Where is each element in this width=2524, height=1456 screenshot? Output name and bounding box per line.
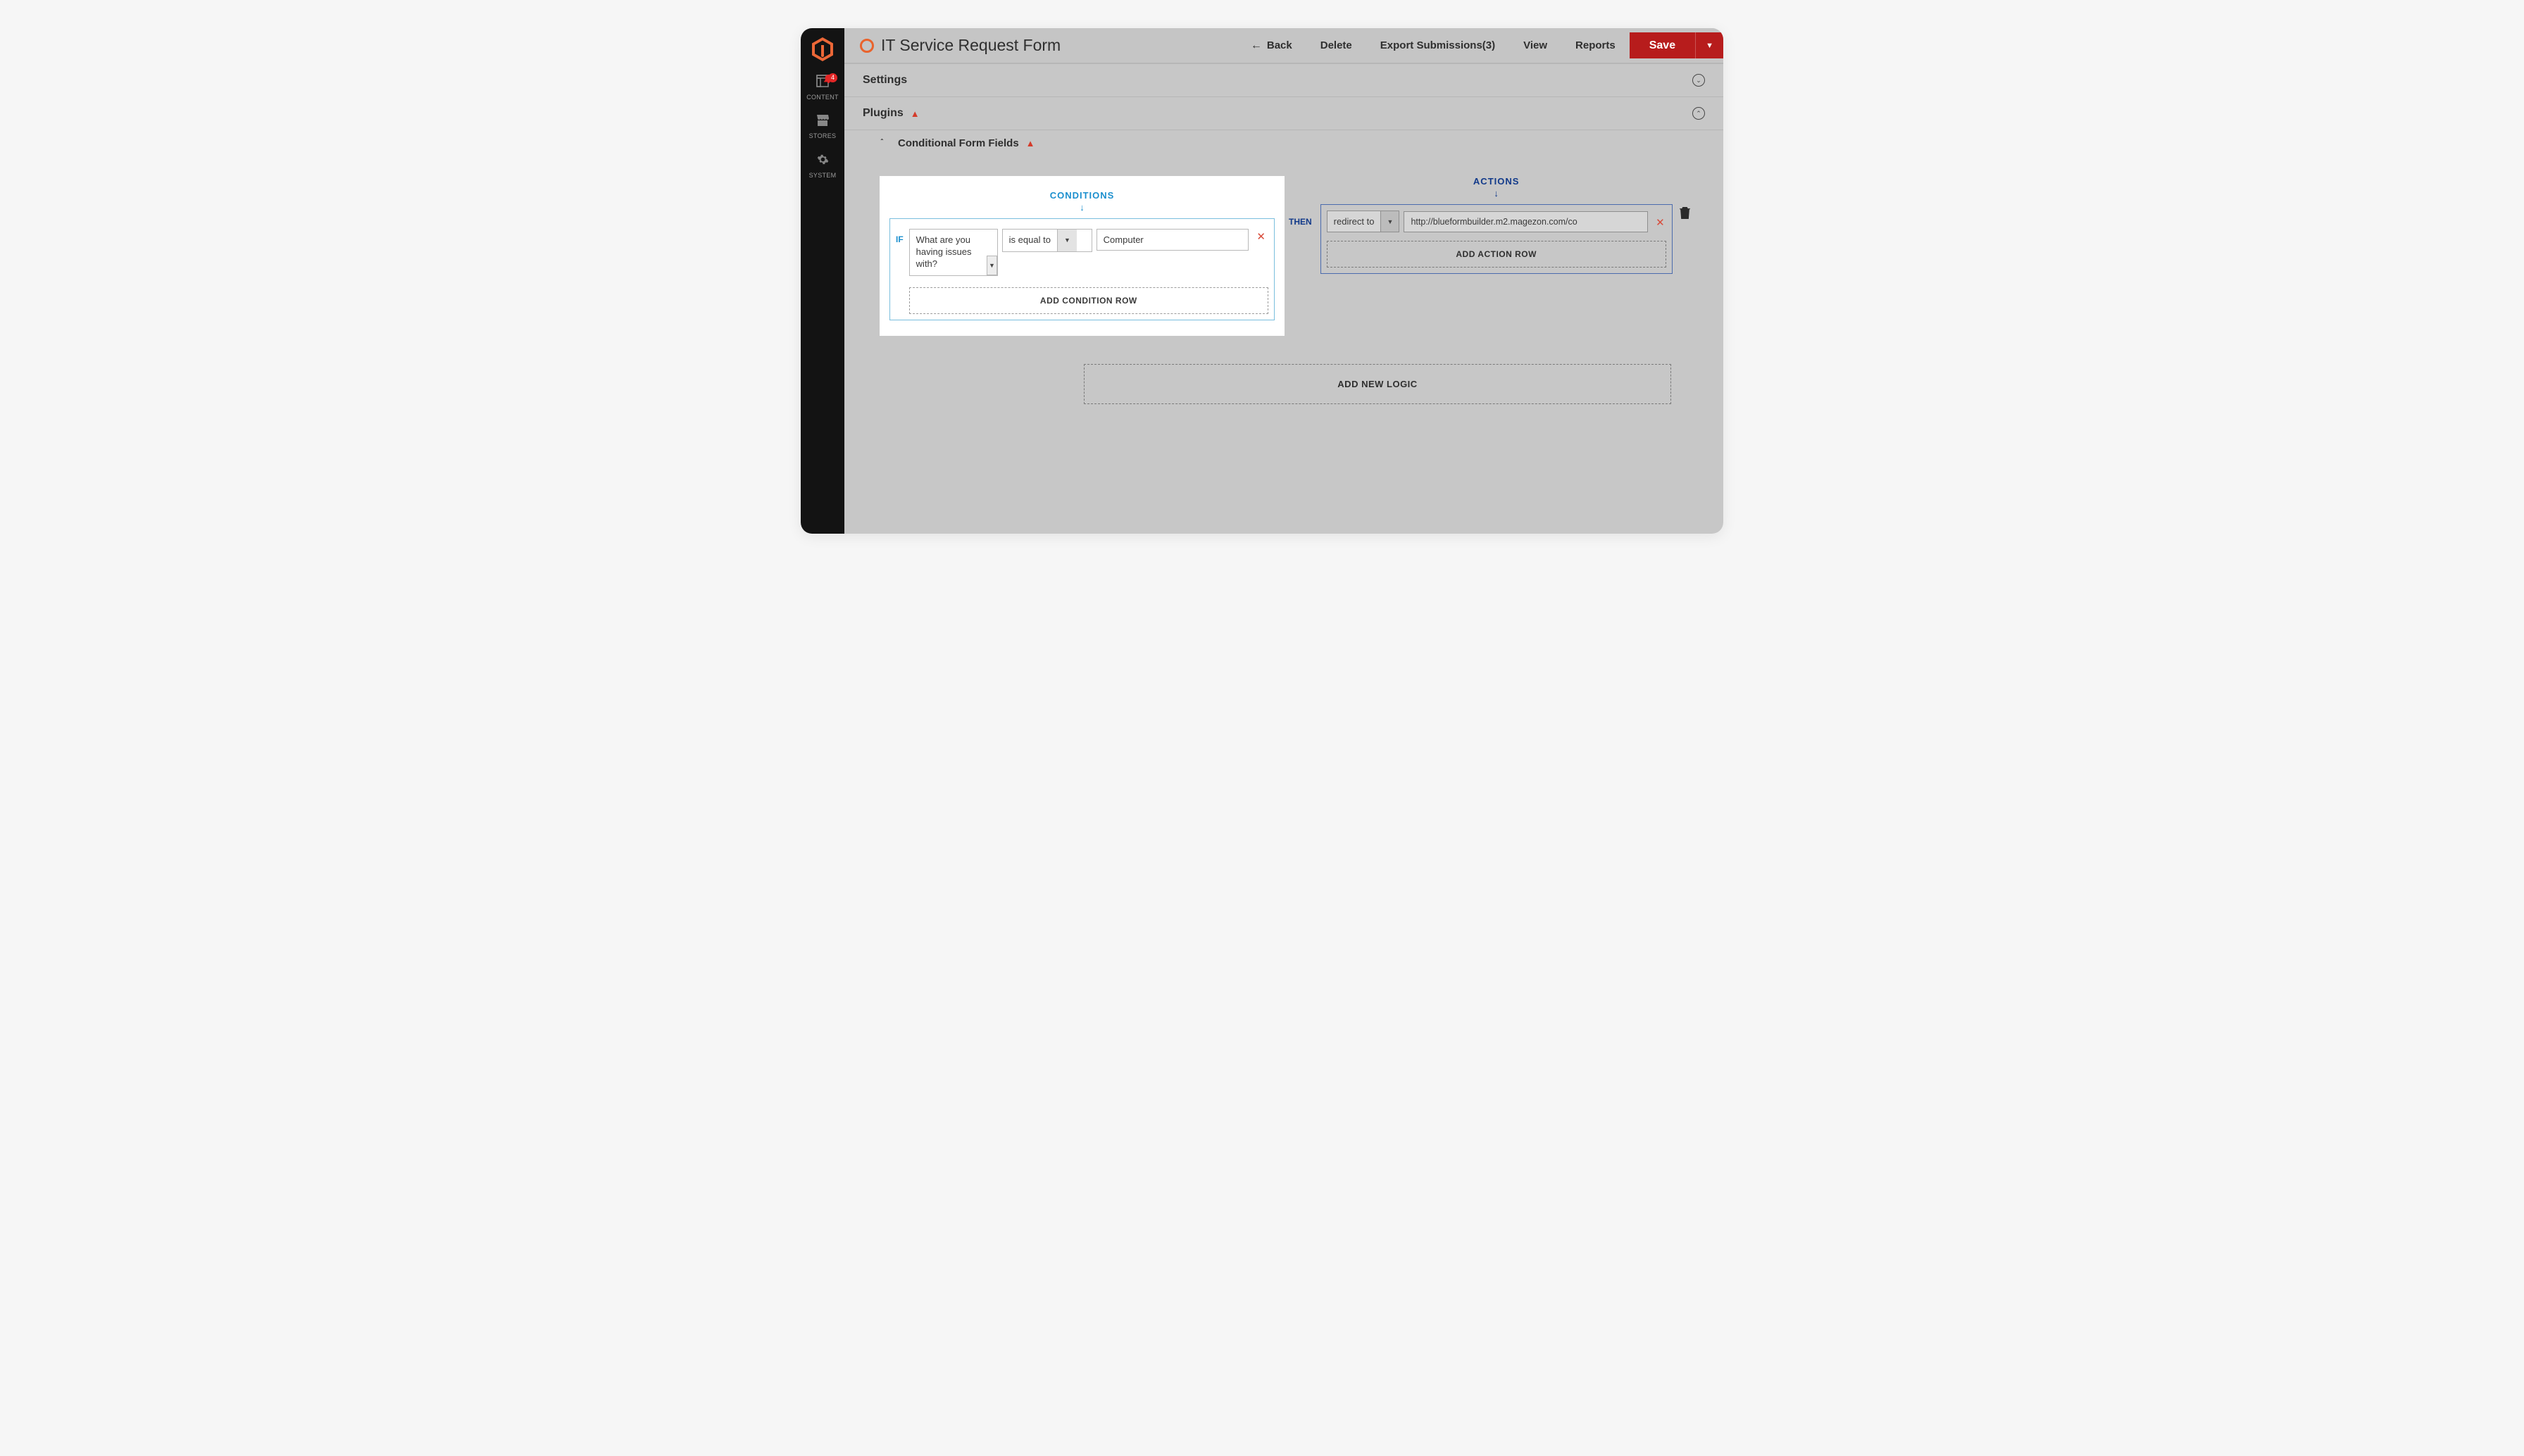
sidebar-item-label: SYSTEM (809, 172, 837, 179)
admin-sidebar: 4 CONTENT STORES SYSTEM (801, 28, 844, 534)
section-settings-title: Settings (863, 74, 907, 87)
arrow-down-icon: ↓ (1320, 188, 1673, 199)
back-button[interactable]: ← Back (1237, 32, 1306, 58)
chevron-down-icon: ⌄ (1692, 74, 1705, 87)
sidebar-item-stores[interactable]: STORES (801, 115, 844, 139)
conditions-header: CONDITIONS (889, 190, 1275, 201)
conditions-box: IF What are you having issues with? ▼ is… (889, 218, 1275, 320)
condition-operator-value: is equal to (1003, 230, 1057, 251)
action-row: redirect to ▼ ✕ (1327, 211, 1666, 232)
page-toolbar: ← Back Delete Export Submissions(3) View… (1237, 32, 1723, 58)
page-header: IT Service Request Form ← Back Delete Ex… (844, 28, 1723, 63)
section-plugins-title: Plugins (863, 107, 904, 120)
action-type-value: redirect to (1327, 211, 1381, 232)
action-value-input[interactable] (1404, 211, 1647, 232)
actions-panel: ACTIONS ↓ redirect to ▼ (1320, 207, 1673, 274)
warning-icon: ▲ (911, 108, 920, 119)
actions-panel-wrap: THEN ACTIONS ↓ redirect to ▼ (1285, 176, 1673, 274)
action-type-select[interactable]: redirect to ▼ (1327, 211, 1400, 232)
condition-field-select[interactable]: What are you having issues with? ▼ (909, 229, 998, 276)
form-status-icon (860, 39, 874, 53)
condition-row: What are you having issues with? ▼ is eq… (909, 225, 1268, 280)
actions-header: ACTIONS (1320, 176, 1673, 187)
section-plugins[interactable]: Plugins ▲ ⌃ (844, 96, 1723, 130)
arrow-left-icon: ← (1251, 39, 1262, 52)
save-button[interactable]: Save ▼ (1630, 32, 1723, 58)
subsection-title: Conditional Form Fields (898, 137, 1019, 149)
export-submissions-button[interactable]: Export Submissions(3) (1366, 32, 1509, 58)
arrow-down-icon: ↓ (889, 202, 1275, 213)
main-content: IT Service Request Form ← Back Delete Ex… (844, 28, 1723, 534)
actions-box: redirect to ▼ ✕ ADD ACTION ROW (1320, 204, 1673, 274)
chevron-up-icon: ⌃ (880, 138, 891, 149)
section-settings[interactable]: Settings ⌄ (844, 63, 1723, 96)
sidebar-item-content[interactable]: 4 CONTENT (801, 75, 844, 101)
caret-down-icon: ▼ (1380, 211, 1399, 232)
add-new-logic-button[interactable]: ADD NEW LOGIC (1084, 364, 1671, 404)
condition-operator-select[interactable]: is equal to ▼ (1002, 229, 1092, 252)
caret-down-icon: ▼ (987, 256, 997, 275)
sidebar-item-label: CONTENT (806, 94, 839, 101)
if-label: IF (896, 225, 904, 244)
add-action-row-button[interactable]: ADD ACTION ROW (1327, 241, 1666, 268)
conditions-panel: CONDITIONS ↓ IF What are you having issu… (880, 176, 1285, 336)
save-dropdown-caret-icon[interactable]: ▼ (1695, 32, 1723, 58)
view-button[interactable]: View (1509, 32, 1561, 58)
remove-condition-button[interactable]: ✕ (1256, 230, 1266, 243)
caret-down-icon: ▼ (1057, 230, 1077, 251)
then-label: THEN (1285, 207, 1315, 227)
store-icon (816, 115, 829, 130)
delete-button[interactable]: Delete (1306, 32, 1366, 58)
back-label: Back (1267, 39, 1292, 51)
save-label: Save (1630, 39, 1695, 52)
reports-button[interactable]: Reports (1561, 32, 1630, 58)
magento-logo-icon (810, 37, 835, 62)
warning-icon: ▲ (1026, 138, 1035, 149)
logic-builder: CONDITIONS ↓ IF What are you having issu… (844, 155, 1723, 418)
page-title: IT Service Request Form (881, 36, 1061, 55)
condition-field-value: What are you having issues with? (910, 230, 987, 275)
condition-value-input[interactable] (1097, 229, 1249, 251)
gear-icon (817, 153, 829, 169)
chevron-up-icon: ⌃ (1692, 107, 1705, 120)
delete-logic-button[interactable] (1680, 207, 1690, 222)
sidebar-item-system[interactable]: SYSTEM (801, 153, 844, 179)
notification-badge: 4 (828, 73, 837, 82)
add-condition-row-button[interactable]: ADD CONDITION ROW (909, 287, 1268, 314)
sidebar-item-label: STORES (809, 132, 837, 139)
subsection-conditional-fields[interactable]: ⌃ Conditional Form Fields ▲ (844, 130, 1723, 155)
remove-action-button[interactable]: ✕ (1656, 216, 1665, 229)
